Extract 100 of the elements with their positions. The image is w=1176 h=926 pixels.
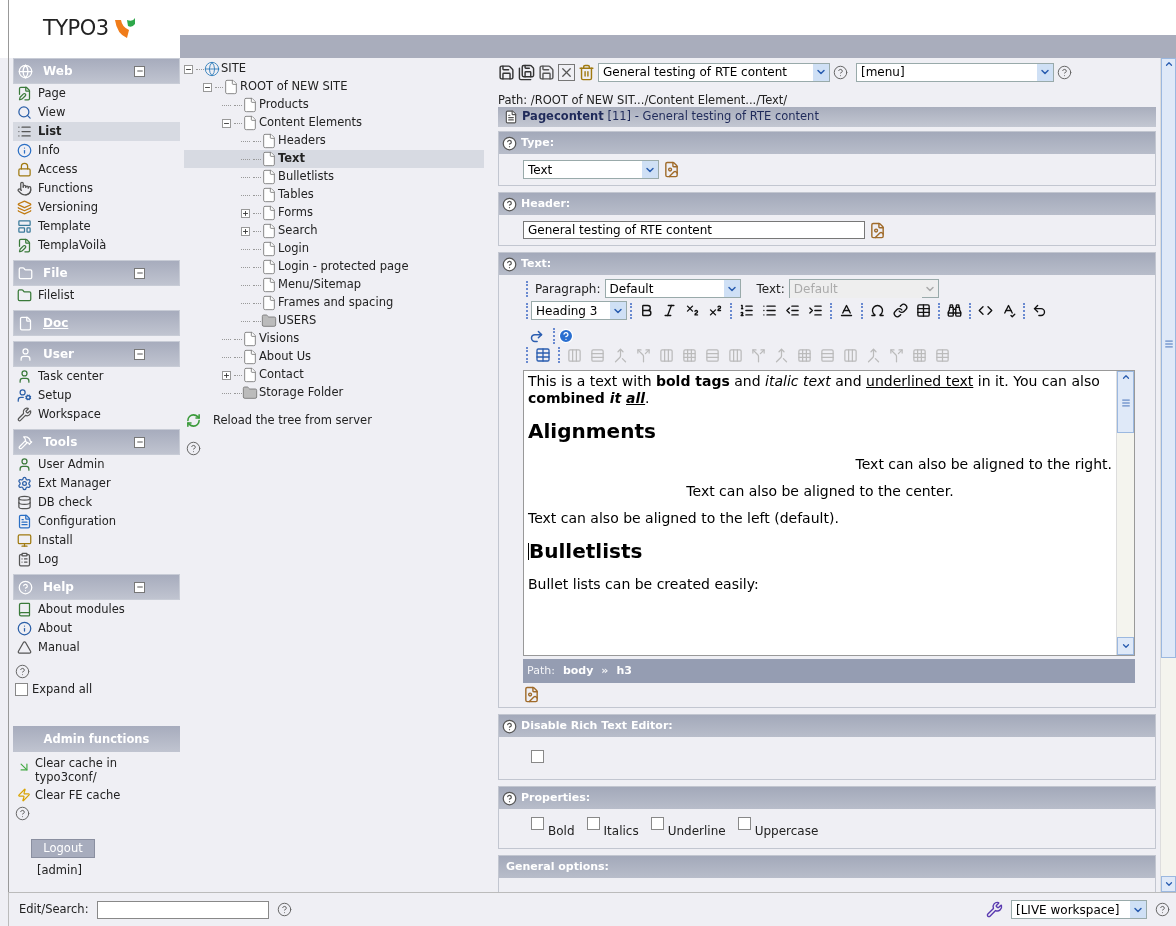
checkbox[interactable] xyxy=(531,817,544,830)
help-icon[interactable] xyxy=(502,790,517,806)
module-item[interactable]: Setup xyxy=(13,386,180,405)
scroll-down-icon[interactable] xyxy=(1163,879,1174,889)
module-item[interactable]: About modules xyxy=(13,600,180,619)
tree-item[interactable]: Search xyxy=(184,222,484,240)
help-icon[interactable] xyxy=(15,664,30,679)
reload-link[interactable]: Reload the tree from server xyxy=(213,412,372,430)
italic-icon[interactable] xyxy=(662,303,677,318)
module-item[interactable]: Configuration xyxy=(13,512,180,531)
module-item[interactable]: User Admin xyxy=(13,455,180,474)
save-close-icon[interactable] xyxy=(538,63,555,81)
collapse-icon[interactable] xyxy=(134,348,145,360)
dropdown[interactable]: Default xyxy=(604,279,741,298)
module-item[interactable]: Functions xyxy=(13,179,180,198)
module-item[interactable]: Install xyxy=(13,531,180,550)
module-item[interactable]: TemplaVoilà xyxy=(13,236,180,255)
subscript-icon[interactable] xyxy=(685,303,700,318)
record-edit-icon[interactable] xyxy=(663,161,680,178)
tree-item[interactable]: Products xyxy=(184,96,484,114)
admin-function-link[interactable]: Clear FE cache xyxy=(13,788,180,803)
link-icon[interactable] xyxy=(893,303,908,318)
help-icon[interactable] xyxy=(1155,902,1170,917)
save-view-icon[interactable] xyxy=(518,63,535,81)
tree-item[interactable]: About Us xyxy=(184,348,484,366)
dropdown[interactable]: [LIVE workspace] xyxy=(1011,900,1147,919)
checkbox[interactable] xyxy=(15,683,28,697)
save-icon[interactable] xyxy=(498,63,515,81)
help-icon[interactable] xyxy=(502,196,517,212)
tree-item[interactable]: Contact xyxy=(184,366,484,384)
help-icon[interactable] xyxy=(276,902,292,917)
redo-icon[interactable] xyxy=(529,328,544,344)
collapse-icon[interactable] xyxy=(184,64,193,74)
module-item[interactable]: Manual xyxy=(13,638,180,657)
tree-item[interactable]: Forms xyxy=(184,204,484,222)
module-item[interactable]: About xyxy=(13,619,180,638)
expand-icon[interactable] xyxy=(241,208,250,218)
collapse-icon[interactable] xyxy=(203,82,212,92)
help-icon[interactable] xyxy=(186,441,201,457)
wrench-icon[interactable] xyxy=(986,901,1003,918)
checkbox[interactable] xyxy=(650,817,664,830)
outdent-icon[interactable] xyxy=(785,303,800,318)
help-icon[interactable] xyxy=(15,806,30,822)
module-item[interactable]: Task center xyxy=(13,367,180,386)
tree-item[interactable]: Text xyxy=(184,150,484,168)
module-item[interactable]: Access xyxy=(13,160,180,179)
scroll-down-icon[interactable] xyxy=(1120,641,1131,651)
bold-icon[interactable] xyxy=(639,303,654,318)
help-icon[interactable] xyxy=(502,718,517,734)
scroll-up-icon[interactable] xyxy=(1120,372,1131,382)
page-scrollbar[interactable] xyxy=(1160,58,1176,892)
collapse-icon[interactable] xyxy=(222,118,231,128)
help-icon[interactable] xyxy=(502,135,517,151)
collapse-icon[interactable] xyxy=(134,581,145,593)
record-edit-icon[interactable] xyxy=(869,221,886,239)
checkbox[interactable] xyxy=(531,750,544,763)
tree-item[interactable]: Login xyxy=(184,240,484,258)
help-icon[interactable] xyxy=(833,64,848,80)
indent-icon[interactable] xyxy=(808,303,823,318)
tree-item[interactable]: Tables xyxy=(184,186,484,204)
search-field[interactable] xyxy=(96,900,269,919)
tree-item[interactable]: Bulletlists xyxy=(184,168,484,186)
tree-item[interactable]: Storage Folder xyxy=(184,384,484,402)
module-item[interactable]: Filelist xyxy=(13,286,180,305)
module-item[interactable]: View xyxy=(13,103,180,122)
table-icon[interactable] xyxy=(916,303,931,318)
expand-icon[interactable] xyxy=(241,226,250,236)
dropdown[interactable]: General testing of RTE content xyxy=(598,62,830,82)
checkbox[interactable] xyxy=(737,817,751,830)
scrollbar[interactable] xyxy=(1116,371,1134,655)
dropdown[interactable]: Text xyxy=(523,160,659,179)
module-item[interactable]: Ext Manager xyxy=(13,474,180,493)
checkbox[interactable] xyxy=(586,817,600,830)
undo-icon[interactable] xyxy=(1032,303,1047,318)
trash-icon[interactable] xyxy=(578,63,595,81)
code-icon[interactable] xyxy=(978,303,993,318)
module-item[interactable]: Page xyxy=(13,84,180,103)
module-item[interactable]: Log xyxy=(13,550,180,569)
collapse-icon[interactable] xyxy=(134,65,145,77)
collapse-icon[interactable] xyxy=(134,436,145,448)
expand-icon[interactable] xyxy=(222,370,231,380)
spellcheck-icon[interactable] xyxy=(1001,303,1016,318)
tree-item[interactable]: SITE xyxy=(184,60,484,78)
tree-item[interactable]: Headers xyxy=(184,132,484,150)
module-item[interactable]: DB check xyxy=(13,493,180,512)
tree-item[interactable]: Content Elements xyxy=(184,114,484,132)
admin-function-link[interactable]: Clear cache in typo3conf/ xyxy=(13,756,180,785)
dropdown[interactable]: Heading 3 xyxy=(531,301,627,320)
scroll-up-icon[interactable] xyxy=(1163,59,1174,69)
close-icon[interactable] xyxy=(558,63,575,81)
module-item[interactable]: Versioning xyxy=(13,198,180,217)
record-edit-icon[interactable] xyxy=(523,686,540,703)
tree-item[interactable]: USERS xyxy=(184,312,484,330)
collapse-icon[interactable] xyxy=(134,267,145,279)
binoculars-icon[interactable] xyxy=(947,303,962,318)
tree-item[interactable]: Frames and spacing xyxy=(184,294,484,312)
omega-icon[interactable] xyxy=(870,303,885,318)
reload-icon[interactable] xyxy=(186,413,201,429)
module-item[interactable]: Template xyxy=(13,217,180,236)
tree-item[interactable]: Login - protected page xyxy=(184,258,484,276)
